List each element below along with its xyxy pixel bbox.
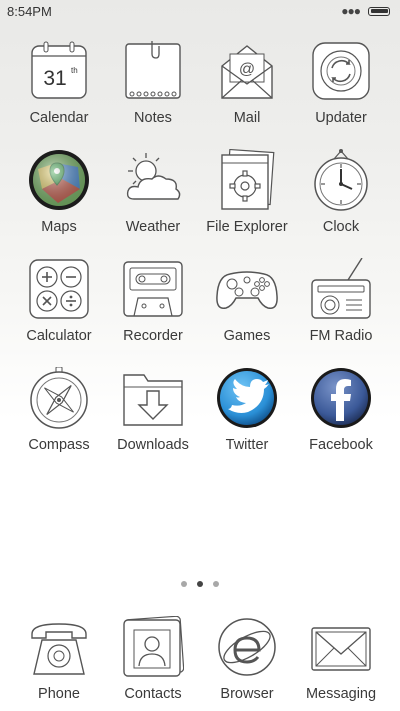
app-games[interactable]: Games	[200, 258, 294, 344]
app-label-games: Games	[223, 328, 271, 344]
app-label-browser: Browser	[220, 686, 274, 702]
app-label-updater: Updater	[315, 110, 367, 126]
battery-icon	[368, 6, 390, 16]
app-label-facebook: Facebook	[309, 437, 373, 453]
status-bar: 8:54PM ●●●	[0, 0, 400, 24]
page-indicator[interactable]	[0, 581, 400, 587]
app-label-mail: Mail	[233, 110, 261, 126]
app-contacts[interactable]: Contacts	[106, 616, 200, 702]
browser-icon	[216, 616, 278, 678]
app-label-calculator: Calculator	[26, 328, 92, 344]
app-label-messaging: Messaging	[305, 686, 377, 702]
app-weather[interactable]: Weather	[106, 149, 200, 235]
file-explorer-icon	[216, 149, 278, 211]
clock-icon	[310, 149, 372, 211]
app-browser[interactable]: Browser	[200, 616, 294, 702]
app-calculator[interactable]: Calculator	[12, 258, 106, 344]
app-label-compass: Compass	[28, 437, 90, 453]
weather-icon	[122, 149, 184, 211]
recorder-icon	[122, 258, 184, 320]
app-label-maps: Maps	[41, 219, 77, 235]
app-label-calendar: Calendar	[29, 110, 89, 126]
app-label-downloads: Downloads	[117, 437, 189, 453]
app-downloads[interactable]: Downloads	[106, 367, 200, 453]
downloads-icon	[122, 367, 184, 429]
app-twitter[interactable]: Twitter	[200, 367, 294, 453]
app-mail[interactable]: @ Mail	[200, 40, 294, 126]
app-maps[interactable]: Maps	[12, 149, 106, 235]
status-icons: ●●●	[341, 4, 390, 18]
status-time: 8:54PM	[7, 4, 52, 19]
app-label-weather: Weather	[125, 219, 181, 235]
app-fm-radio[interactable]: FM Radio	[294, 258, 388, 344]
gamepad-icon	[216, 258, 278, 320]
app-notes[interactable]: Notes	[106, 40, 200, 126]
app-phone[interactable]: Phone	[12, 616, 106, 702]
app-label-twitter: Twitter	[225, 437, 269, 453]
ellipsis-icon: ●●●	[341, 4, 361, 18]
contacts-icon	[122, 616, 184, 678]
page-dot[interactable]	[181, 581, 187, 587]
app-recorder[interactable]: Recorder	[106, 258, 200, 344]
updater-icon	[310, 40, 372, 102]
compass-icon	[28, 367, 90, 429]
radio-icon	[310, 258, 372, 320]
page-dot-active[interactable]	[197, 581, 203, 587]
maps-icon	[28, 149, 90, 211]
calculator-icon	[28, 258, 90, 320]
app-label-recorder: Recorder	[123, 328, 183, 344]
app-file-explorer[interactable]: File Explorer	[200, 149, 294, 235]
twitter-icon	[216, 367, 278, 429]
app-label-phone: Phone	[38, 686, 80, 702]
messaging-icon	[310, 616, 372, 678]
app-label-file-explorer: File Explorer	[206, 219, 288, 235]
facebook-icon	[310, 367, 372, 429]
app-messaging[interactable]: Messaging	[294, 616, 388, 702]
app-clock[interactable]: Clock	[294, 149, 388, 235]
calendar-icon: 31 th	[28, 40, 90, 102]
app-calendar[interactable]: 31 th Calendar	[12, 40, 106, 126]
notes-icon	[122, 40, 184, 102]
page-dot[interactable]	[213, 581, 219, 587]
mail-icon: @	[216, 40, 278, 102]
app-label-clock: Clock	[322, 219, 360, 235]
calendar-suffix: th	[71, 66, 78, 75]
phone-icon	[28, 616, 90, 678]
app-label-contacts: Contacts	[124, 686, 182, 702]
app-facebook[interactable]: Facebook	[294, 367, 388, 453]
app-compass[interactable]: Compass	[12, 367, 106, 453]
app-updater[interactable]: Updater	[294, 40, 388, 126]
app-label-notes: Notes	[134, 110, 172, 126]
svg-text:@: @	[239, 61, 255, 78]
app-label-fm-radio: FM Radio	[309, 328, 373, 344]
calendar-date: 31	[43, 67, 66, 90]
